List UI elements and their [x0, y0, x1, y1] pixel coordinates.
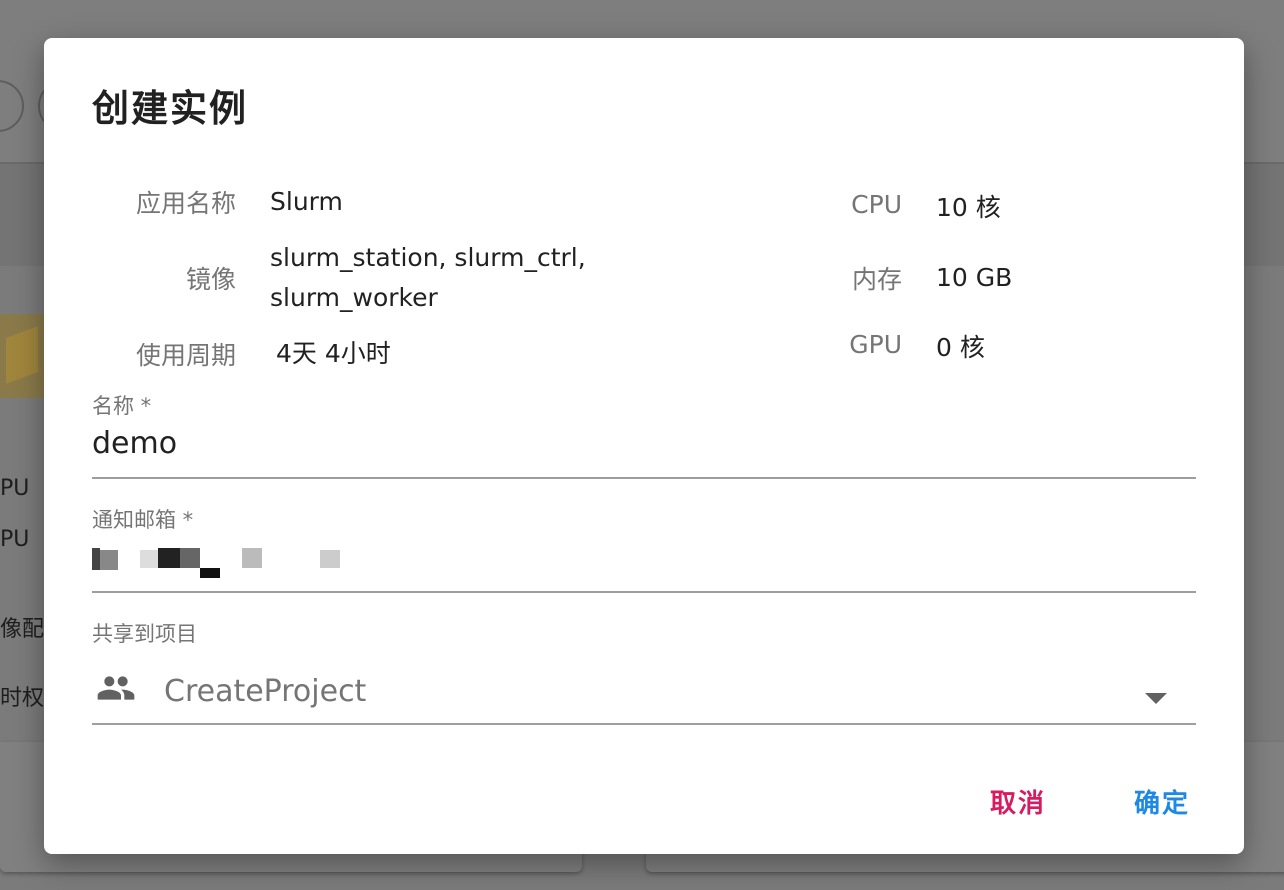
image-label: 镜像: [185, 265, 236, 294]
gpu-label: GPU: [849, 330, 902, 359]
group-icon: [97, 676, 135, 700]
cpu-value: 10 核: [936, 193, 1001, 222]
memory-label: 内存: [851, 265, 902, 294]
memory-value: 10 GB: [936, 263, 1013, 292]
project-select-value: CreateProject: [164, 674, 367, 709]
create-instance-dialog: 创建实例 应用名称 Slurm 镜像 slurm_station, slurm_…: [44, 38, 1244, 854]
app-logo-icon: [0, 314, 44, 398]
dropdown-arrow-icon[interactable]: [1145, 693, 1167, 704]
cpu-label: CPU: [851, 190, 902, 219]
app-name-value: Slurm: [270, 187, 343, 216]
background-label: PU: [0, 476, 30, 501]
email-input-underline: [92, 591, 1196, 593]
image-value-line2: slurm_worker: [270, 283, 438, 312]
app-name-label: 应用名称: [135, 189, 236, 218]
image-value-line1: slurm_station, slurm_ctrl,: [270, 243, 586, 272]
background-label: 时权: [0, 686, 45, 711]
email-input[interactable]: [92, 538, 1196, 588]
usage-period-label: 使用周期: [135, 341, 236, 370]
email-field-label: 通知邮箱 *: [92, 508, 194, 532]
confirm-button[interactable]: 确定: [1134, 783, 1190, 820]
gpu-value: 0 核: [936, 333, 985, 362]
project-field-label: 共享到项目: [92, 622, 197, 646]
dialog-title: 创建实例: [92, 87, 248, 130]
name-input-underline: [92, 477, 1196, 479]
background-label: 像配: [0, 617, 45, 642]
name-field-label: 名称 *: [92, 394, 152, 418]
cancel-button[interactable]: 取消: [990, 783, 1046, 820]
project-select-underline: [92, 723, 1196, 725]
background-label: PU: [0, 527, 30, 552]
name-input[interactable]: demo: [92, 426, 177, 461]
usage-period-value: 4天 4小时: [276, 339, 391, 368]
